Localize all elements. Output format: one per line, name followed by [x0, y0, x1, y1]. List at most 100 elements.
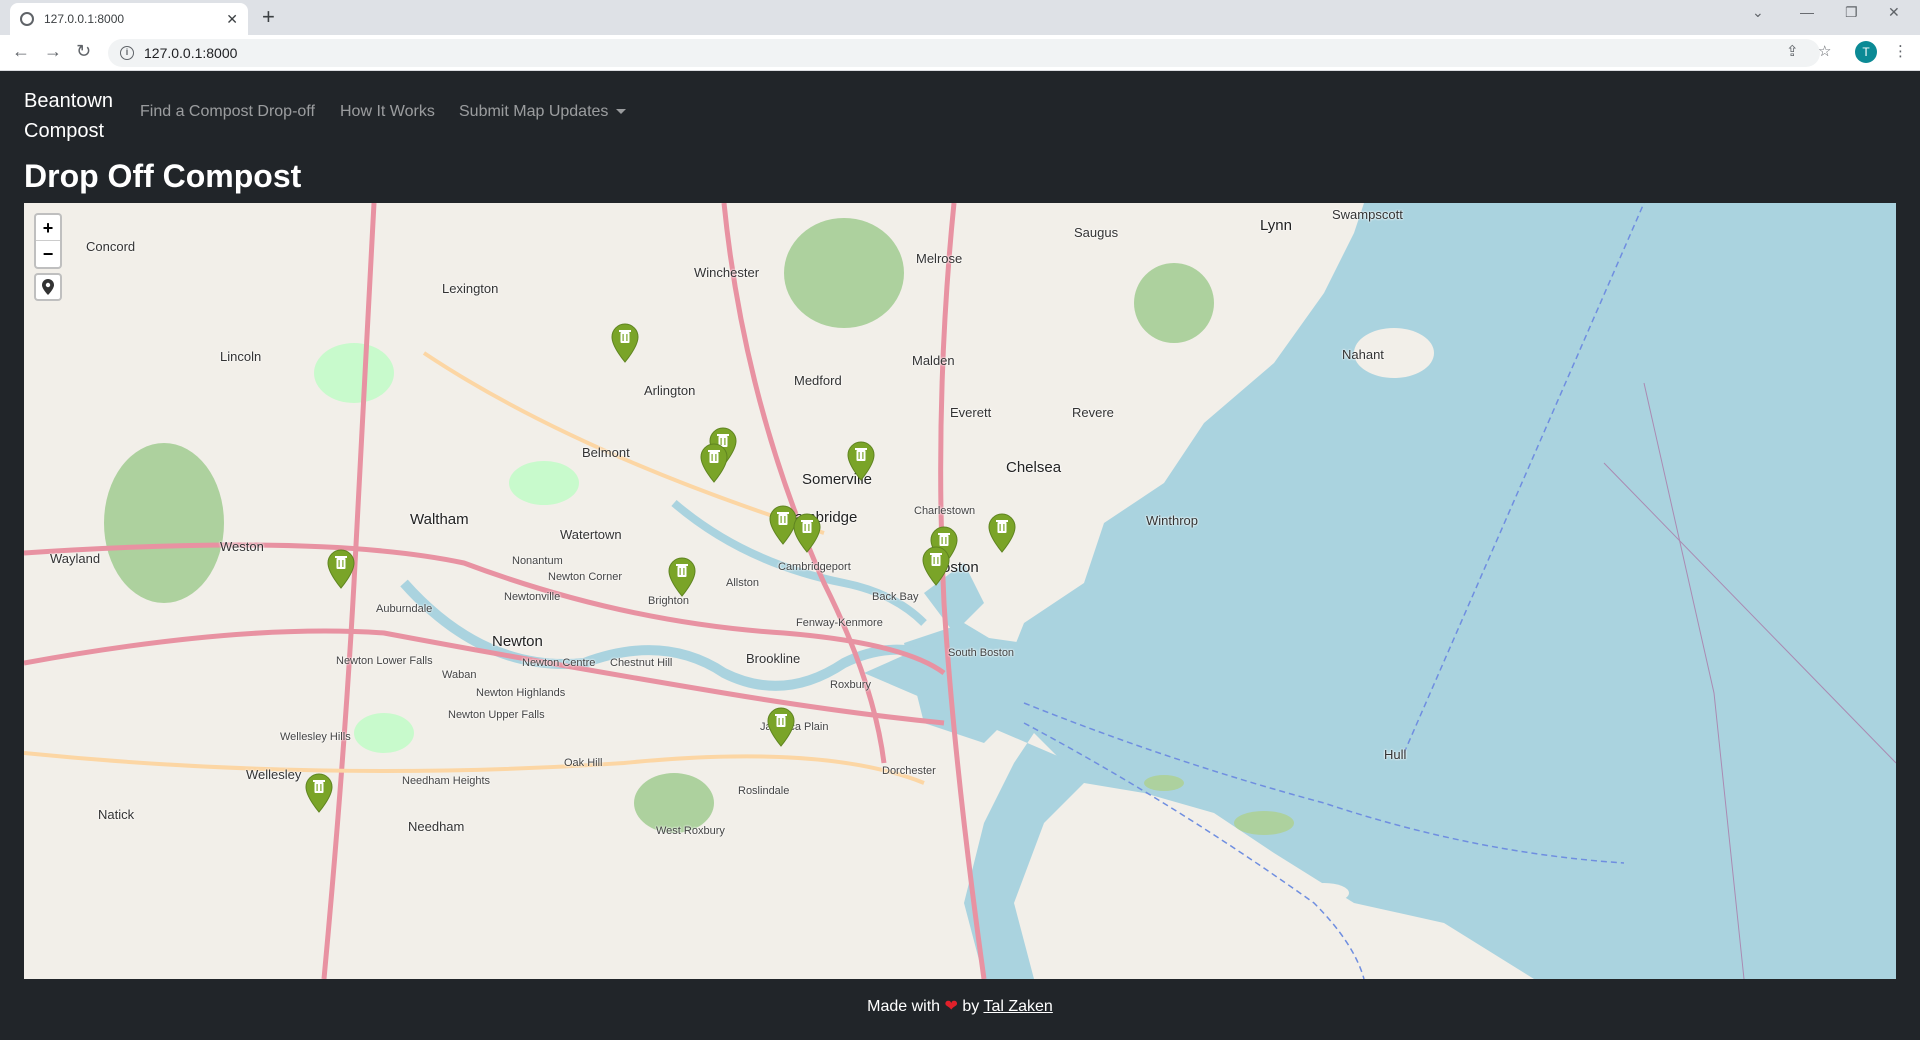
browser-toolbar: ← → ↻ i 127.0.0.1:8000 ⇪ ☆ ⋮ [0, 35, 1920, 71]
map-label: Nonantum [512, 555, 563, 567]
map-label: Charlestown [914, 505, 976, 517]
map-label: Newton Upper Falls [448, 709, 545, 721]
zoom-in-button[interactable]: + [36, 215, 60, 241]
footer-made-with: Made with [867, 998, 941, 1015]
map-label: Winchester [694, 265, 760, 280]
compost-dropoff-marker[interactable] [846, 441, 876, 481]
trash-bin-icon [988, 513, 1016, 553]
map-label: Belmont [582, 445, 630, 460]
map-label: Newtonville [504, 591, 561, 603]
compost-dropoff-marker[interactable] [792, 513, 822, 553]
map-label: Winthrop [1146, 513, 1199, 528]
compost-dropoff-marker[interactable] [610, 323, 640, 363]
compost-dropoff-marker[interactable] [921, 546, 951, 586]
nav-link-find-dropoff[interactable]: Find a Compost Drop-off [140, 103, 315, 121]
profile-avatar[interactable]: T [1855, 41, 1877, 63]
tab-search-icon[interactable]: ⌄ [1752, 4, 1764, 21]
trash-bin-icon [305, 773, 333, 813]
trash-bin-icon [611, 323, 639, 363]
brand-line-1: Beantown [24, 90, 113, 112]
map-label: Weston [220, 539, 264, 554]
compost-dropoff-marker[interactable] [987, 513, 1017, 553]
map-tiles [24, 203, 1896, 979]
share-icon[interactable]: ⇪ [1786, 42, 1799, 60]
site-brand[interactable]: Beantown Compost [24, 86, 144, 146]
caret-down-icon [616, 109, 627, 115]
reload-icon[interactable]: ↻ [76, 41, 91, 62]
compost-dropoff-marker[interactable] [304, 773, 334, 813]
back-icon[interactable]: ← [12, 41, 30, 62]
compost-dropoff-marker[interactable] [699, 443, 729, 483]
map-label: Chestnut Hill [610, 657, 673, 669]
heart-icon: ❤ [944, 998, 958, 1015]
map-label: South Boston [948, 647, 1015, 659]
map-label: Roxbury [830, 679, 871, 691]
footer-by: by [962, 998, 980, 1015]
trash-bin-icon [847, 441, 875, 481]
map-label: Medford [794, 373, 842, 388]
map-label: Roslindale [738, 785, 790, 797]
address-bar[interactable]: i 127.0.0.1:8000 [108, 39, 1820, 67]
map-label: Lexington [442, 281, 499, 296]
map-label: Dorchester [882, 765, 936, 777]
minimize-icon[interactable]: — [1800, 4, 1814, 20]
map[interactable]: Concord Lexington Winchester Melrose Sau… [24, 203, 1896, 979]
map-label: Back Bay [872, 591, 919, 603]
browser-tab-bar: 127.0.0.1:8000 ✕ + ⌄ — ❐ ✕ [0, 0, 1920, 35]
forward-icon[interactable]: → [44, 41, 62, 62]
map-label: Waltham [410, 511, 469, 528]
browser-tab[interactable]: 127.0.0.1:8000 ✕ [10, 3, 248, 35]
restore-icon[interactable]: ❐ [1845, 4, 1858, 21]
compost-dropoff-marker[interactable] [667, 557, 697, 597]
tab-title: 127.0.0.1:8000 [44, 12, 125, 26]
locate-button[interactable] [34, 273, 62, 301]
nav-dropdown-submit-updates[interactable]: Submit Map Updates [459, 103, 627, 121]
map-label: Revere [1072, 405, 1114, 420]
nav-dropdown-label: Submit Map Updates [459, 103, 609, 120]
trash-bin-icon [767, 707, 795, 747]
map-label: Lynn [1260, 217, 1292, 234]
map-label: Cambridgeport [778, 561, 851, 573]
nav-link-how-it-works[interactable]: How It Works [340, 103, 435, 121]
map-label: Nahant [1342, 347, 1384, 362]
footer: Made with ❤ by Tal Zaken [0, 996, 1920, 1016]
map-label: Waban [442, 669, 477, 681]
trash-bin-icon [700, 443, 728, 483]
menu-icon[interactable]: ⋮ [1893, 42, 1908, 60]
map-label: Melrose [916, 251, 963, 266]
map-label: Swampscott [1332, 207, 1403, 222]
close-window-icon[interactable]: ✕ [1888, 4, 1900, 21]
close-tab-icon[interactable]: ✕ [226, 11, 238, 28]
info-icon[interactable]: i [120, 46, 134, 60]
map-label: Allston [726, 577, 760, 589]
map-label: Newton Centre [522, 657, 596, 669]
map-label: Fenway-Kenmore [796, 617, 883, 629]
author-link[interactable]: Tal Zaken [983, 998, 1052, 1015]
map-label: Newton Highlands [476, 687, 566, 699]
zoom-out-button[interactable]: − [36, 241, 60, 267]
map-label: Needham Heights [402, 775, 491, 787]
map-label: Concord [86, 239, 136, 254]
url-text: 127.0.0.1:8000 [144, 45, 238, 61]
map-label: Needham [408, 819, 465, 834]
map-label: Hull [1384, 747, 1407, 762]
map-label: Saugus [1074, 225, 1119, 240]
zoom-control: + − [34, 213, 62, 269]
trash-bin-icon [327, 549, 355, 589]
page-title: Drop Off Compost [24, 158, 302, 194]
map-label: West Roxbury [656, 825, 725, 837]
bookmark-star-icon[interactable]: ☆ [1818, 42, 1831, 60]
trash-bin-icon [922, 546, 950, 586]
map-label: Lincoln [220, 349, 262, 364]
map-label: Wellesley Hills [280, 731, 351, 743]
map-label: Oak Hill [564, 757, 603, 769]
map-label: Brookline [746, 651, 801, 666]
compost-dropoff-marker[interactable] [766, 707, 796, 747]
map-label: Malden [912, 353, 955, 368]
map-label: Auburndale [376, 603, 433, 615]
new-tab-icon[interactable]: + [262, 4, 275, 30]
compost-dropoff-marker[interactable] [326, 549, 356, 589]
globe-icon [20, 12, 34, 26]
map-label: Chelsea [1006, 459, 1062, 476]
map-label: Newton Lower Falls [336, 655, 433, 667]
